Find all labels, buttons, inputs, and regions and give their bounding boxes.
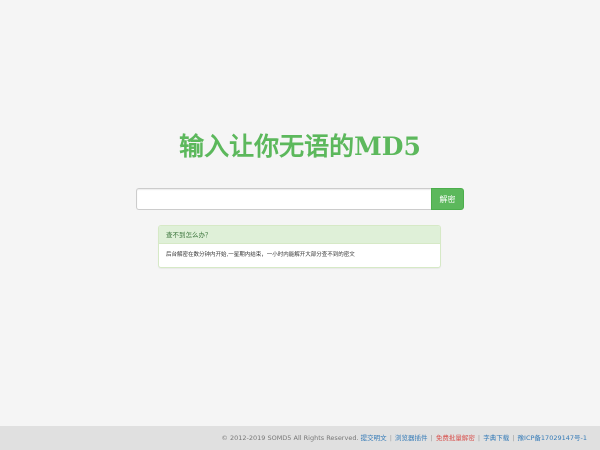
decode-button[interactable]: 解密 bbox=[431, 188, 464, 210]
help-panel: 查不到怎么办？ 后台解密在数分钟内开始,一星期内结束，一小时内能解开大部分查不到… bbox=[158, 225, 441, 268]
search-form: 解密 bbox=[136, 188, 464, 210]
md5-input[interactable] bbox=[136, 188, 431, 210]
footer-separator: | bbox=[512, 434, 515, 442]
help-panel-body: 后台解密在数分钟内开始,一星期内结束，一小时内能解开大部分查不到的密文 bbox=[166, 252, 355, 258]
footer-separator: | bbox=[477, 434, 481, 442]
footer-link-batch-decrypt[interactable]: 免费批量解密 bbox=[436, 434, 475, 442]
footer-link-browser-plugin[interactable]: 浏览器插件 bbox=[395, 434, 428, 442]
help-panel-heading: 查不到怎么办？ bbox=[159, 226, 440, 244]
footer-separator: | bbox=[389, 434, 392, 442]
copyright-text: © 2012-2019 SOMD5 All Rights Reserved. bbox=[221, 434, 359, 442]
footer-separator: | bbox=[430, 434, 433, 442]
page-title: 输入让你无语的MD5 bbox=[179, 132, 421, 161]
page: 输入让你无语的MD5 解密 查不到怎么办？ 后台解密在数分钟内开始,一星期内结束… bbox=[0, 0, 600, 450]
footer-link-dictionary-download[interactable]: 字典下载 bbox=[483, 434, 509, 442]
footer-link-submit-plaintext[interactable]: 提交明文 bbox=[361, 434, 387, 442]
footer: © 2012-2019 SOMD5 All Rights Reserved. 提… bbox=[0, 426, 600, 450]
footer-link-icp-record[interactable]: 豫ICP备17029147号-1 bbox=[518, 434, 587, 442]
